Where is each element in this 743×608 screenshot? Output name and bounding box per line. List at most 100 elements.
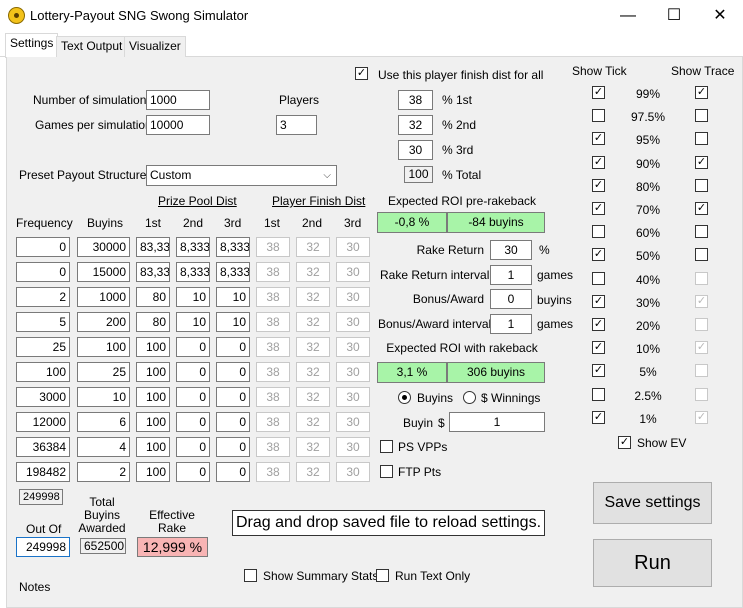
buyins-input[interactable]: 4: [77, 437, 130, 457]
show-tick-checkbox[interactable]: ✓: [592, 178, 605, 192]
bonus-input[interactable]: 0: [490, 289, 532, 309]
prize-2nd-input[interactable]: 0: [176, 387, 210, 407]
frequency-input[interactable]: 100: [16, 362, 70, 382]
ftp-pts-checkbox[interactable]: [380, 465, 393, 478]
buyin-input[interactable]: 1: [449, 412, 545, 432]
radio-winnings[interactable]: [463, 391, 476, 404]
save-settings-button[interactable]: Save settings: [593, 482, 712, 524]
run-button[interactable]: Run: [593, 539, 712, 587]
show-tick-checkbox[interactable]: ✓: [592, 132, 605, 146]
prize-3rd-input[interactable]: 0: [216, 412, 250, 432]
prize-2nd-input[interactable]: 0: [176, 462, 210, 482]
frequency-input[interactable]: 3000: [16, 387, 70, 407]
prize-3rd-input[interactable]: 0: [216, 337, 250, 357]
games-input[interactable]: 10000: [146, 115, 210, 135]
show-trace-checkbox[interactable]: [695, 248, 708, 262]
buyins-input[interactable]: 10: [77, 387, 130, 407]
prize-1st-input[interactable]: 100: [136, 437, 170, 457]
prize-2nd-input[interactable]: 0: [176, 437, 210, 457]
show-trace-checkbox[interactable]: [695, 132, 708, 146]
show-tick-checkbox[interactable]: ✓: [592, 318, 605, 331]
show-trace-checkbox[interactable]: ✓: [695, 155, 708, 169]
show-tick-checkbox[interactable]: [592, 225, 605, 239]
buyins-input[interactable]: 6: [77, 412, 130, 432]
prize-2nd-input[interactable]: 10: [176, 312, 210, 332]
prize-1st-input[interactable]: 100: [136, 412, 170, 432]
prize-1st-input[interactable]: 80: [136, 287, 170, 307]
frequency-input[interactable]: 198482: [16, 462, 70, 482]
prize-1st-input[interactable]: 100: [136, 337, 170, 357]
frequency-input[interactable]: 0: [16, 237, 70, 257]
show-tick-checkbox[interactable]: [592, 109, 605, 123]
maximize-button[interactable]: ☐: [651, 0, 697, 31]
show-trace-checkbox[interactable]: ✓: [695, 86, 708, 99]
prize-2nd-input[interactable]: 0: [176, 412, 210, 432]
prize-2nd-input[interactable]: 10: [176, 287, 210, 307]
tab-visualizer[interactable]: Visualizer: [124, 36, 186, 57]
buyins-input[interactable]: 200: [77, 312, 130, 332]
prize-1st-input[interactable]: 83,33: [136, 237, 170, 257]
prize-1st-input[interactable]: 83,33: [136, 262, 170, 282]
buyins-input[interactable]: 1000: [77, 287, 130, 307]
prize-2nd-input[interactable]: 8,333: [176, 237, 210, 257]
show-trace-checkbox[interactable]: [695, 225, 708, 239]
prize-3rd-input[interactable]: 0: [216, 362, 250, 382]
frequency-input[interactable]: 12000: [16, 412, 70, 432]
show-summary-checkbox[interactable]: [244, 569, 257, 582]
prize-3rd-input[interactable]: 10: [216, 287, 250, 307]
prize-2nd-input[interactable]: 0: [176, 362, 210, 382]
buyins-input[interactable]: 15000: [77, 262, 130, 282]
prize-3rd-input[interactable]: 8,333: [216, 237, 250, 257]
close-button[interactable]: ✕: [697, 0, 743, 31]
prize-3rd-input[interactable]: 0: [216, 462, 250, 482]
use-finish-dist-checkbox[interactable]: ✓: [355, 67, 368, 80]
preset-select[interactable]: Custom ⌵: [146, 165, 337, 186]
prize-3rd-input[interactable]: 0: [216, 387, 250, 407]
prize-2nd-input[interactable]: 8,333: [176, 262, 210, 282]
prize-1st-input[interactable]: 100: [136, 362, 170, 382]
ps-vpps-checkbox[interactable]: [380, 440, 393, 453]
prize-1st-input[interactable]: 80: [136, 312, 170, 332]
buyins-input[interactable]: 100: [77, 337, 130, 357]
prize-1st-input[interactable]: 100: [136, 387, 170, 407]
show-tick-checkbox[interactable]: ✓: [592, 86, 605, 99]
show-trace-checkbox[interactable]: [695, 178, 708, 192]
frequency-input[interactable]: 36384: [16, 437, 70, 457]
out-of-input[interactable]: 249998: [16, 537, 70, 557]
buyins-input[interactable]: 2: [77, 462, 130, 482]
finish-3rd-input[interactable]: 30: [398, 140, 433, 160]
show-tick-checkbox[interactable]: ✓: [592, 410, 605, 424]
prize-3rd-input[interactable]: 0: [216, 437, 250, 457]
drag-drop-zone[interactable]: Drag and drop saved file to reload setti…: [232, 510, 545, 536]
finish-1st-input[interactable]: 38: [398, 90, 433, 110]
show-tick-checkbox[interactable]: ✓: [592, 248, 605, 262]
buyins-input[interactable]: 30000: [77, 237, 130, 257]
prize-3rd-input[interactable]: 10: [216, 312, 250, 332]
show-tick-checkbox[interactable]: ✓: [592, 294, 605, 308]
frequency-input[interactable]: 2: [16, 287, 70, 307]
players-input[interactable]: 3: [276, 115, 317, 135]
finish-2nd-input[interactable]: 32: [398, 115, 433, 135]
tab-settings[interactable]: Settings: [5, 33, 59, 58]
rake-interval-input[interactable]: 1: [490, 265, 532, 285]
show-tick-checkbox[interactable]: [592, 387, 605, 401]
run-text-only-checkbox[interactable]: [376, 569, 389, 582]
rake-return-input[interactable]: 30: [490, 240, 532, 260]
frequency-input[interactable]: 0: [16, 262, 70, 282]
tab-text-output[interactable]: Text Output: [56, 36, 128, 57]
frequency-input[interactable]: 25: [16, 337, 70, 357]
num-sims-input[interactable]: 1000: [146, 90, 210, 110]
radio-buyins[interactable]: [398, 391, 411, 404]
prize-2nd-input[interactable]: 0: [176, 337, 210, 357]
show-tick-checkbox[interactable]: ✓: [592, 341, 605, 355]
prize-3rd-input[interactable]: 8,333: [216, 262, 250, 282]
show-trace-checkbox[interactable]: ✓: [695, 202, 708, 215]
minimize-button[interactable]: —: [605, 0, 651, 31]
show-tick-checkbox[interactable]: [592, 271, 605, 285]
show-tick-checkbox[interactable]: ✓: [592, 364, 605, 378]
buyins-input[interactable]: 25: [77, 362, 130, 382]
frequency-input[interactable]: 5: [16, 312, 70, 332]
bonus-interval-input[interactable]: 1: [490, 314, 532, 334]
show-tick-checkbox[interactable]: ✓: [592, 155, 605, 169]
show-trace-checkbox[interactable]: [695, 109, 708, 123]
